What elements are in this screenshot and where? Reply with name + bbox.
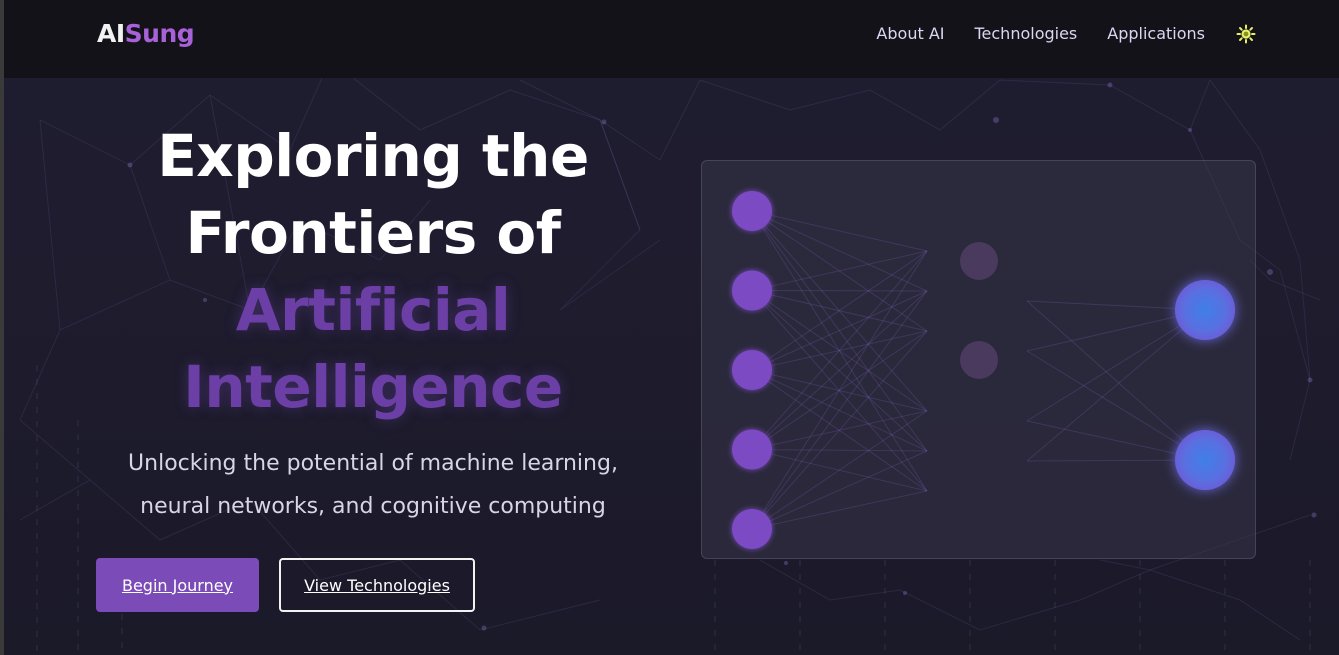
begin-journey-button[interactable]: Begin Journey [96,558,259,612]
input-node [732,429,772,470]
hero-subtitle: Unlocking the potential of machine learn… [93,442,653,528]
window-edge [0,0,4,655]
hero-title-line-2: Frontiers of [185,199,562,267]
logo-sung-text: Sung [124,19,195,48]
network-connection [1026,350,1206,461]
output-node [1175,430,1235,490]
network-connection [751,250,928,450]
network-connection [1026,309,1206,422]
neural-network-diagram [732,191,1235,549]
network-connection [751,490,928,530]
network-connection [751,250,928,371]
brand-logo[interactable]: AISung [97,19,195,48]
network-connection [751,210,928,292]
hero-title-line-1: Exploring the [157,122,589,190]
nav-link-technologies[interactable]: Technologies [974,22,1077,46]
hero-title: Exploring the Frontiers of Artificial In… [93,118,653,426]
hero-subtitle-line-1: Unlocking the potential of machine learn… [128,451,618,476]
neural-network-visual [701,160,1256,559]
network-connection [1026,309,1206,462]
input-node [732,350,772,390]
network-connection [1026,300,1206,461]
theme-toggle-button[interactable] [1235,22,1257,46]
nav-link-about-ai[interactable]: About AI [876,22,944,46]
sun-icon [1236,24,1256,44]
nav-links: About AI Technologies Applications [846,22,1257,46]
hidden-node [960,242,998,280]
output-node [1175,280,1235,340]
network-connection [751,250,928,291]
network-nodes [732,191,1235,549]
network-connection [751,290,928,292]
hidden-node [960,341,998,379]
input-node [732,509,772,549]
network-connection [751,450,928,530]
network-connection [751,210,928,252]
network-connection [751,290,928,371]
input-node [732,270,772,311]
network-connection [751,330,928,530]
logo-ai-text: AI [97,19,125,48]
page: AISung About AI Technologies Application… [0,0,1339,655]
input-node [732,191,772,231]
nav-link-applications[interactable]: Applications [1107,22,1205,46]
hero-subtitle-line-2: neural networks, and cognitive computing [140,494,606,519]
network-connection [751,250,928,530]
view-technologies-button[interactable]: View Technologies [279,558,475,612]
network-connection [751,290,928,530]
hero-title-highlight-1: Artificial [235,276,511,344]
navbar: AISung About AI Technologies Application… [4,0,1339,78]
hero-title-highlight-2: Intelligence [183,353,563,421]
network-connection [751,410,928,530]
